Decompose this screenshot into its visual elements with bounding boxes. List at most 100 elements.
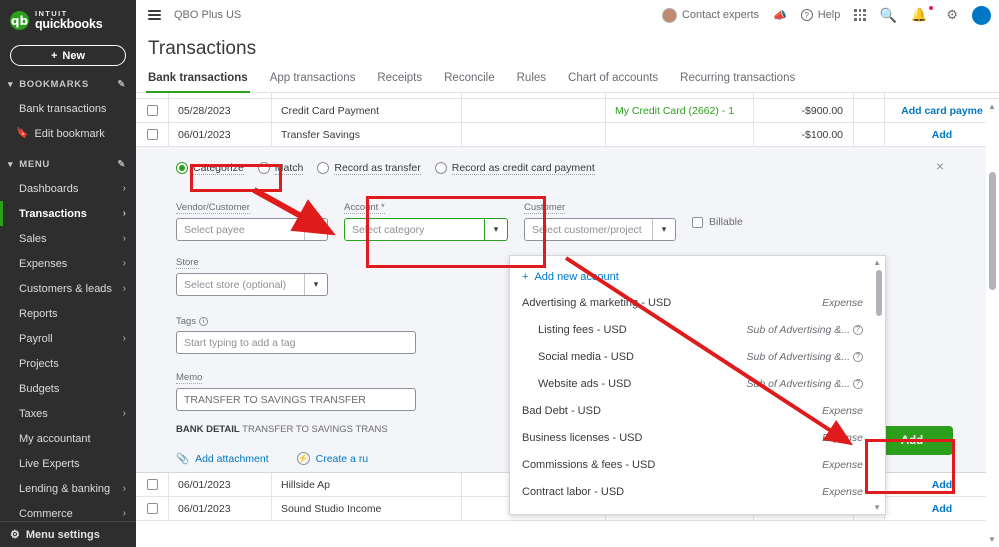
sidebar-item-transactions[interactable]: Transactions › bbox=[0, 201, 136, 226]
dropdown-item-commissions-fees[interactable]: Commissions & fees - USD Expense bbox=[510, 451, 885, 478]
sidebar-item-expenses[interactable]: Expenses › bbox=[0, 251, 136, 276]
add-attachment-link[interactable]: 📎 Add attachment bbox=[176, 452, 269, 466]
chevron-down-icon[interactable]: ▾ bbox=[304, 274, 327, 295]
help-label: Help bbox=[817, 9, 841, 21]
memo-input[interactable]: TRANSFER TO SAVINGS TRANSFER bbox=[176, 388, 416, 411]
apps-grid-icon[interactable] bbox=[854, 9, 866, 21]
sidebar-item-my-accountant[interactable]: My accountant bbox=[0, 426, 136, 451]
table-row[interactable]: 05/28/2023 Credit Card Payment My Credit… bbox=[136, 99, 999, 123]
notifications-bell-icon[interactable]: 🔔 bbox=[911, 6, 934, 23]
user-avatar[interactable] bbox=[972, 5, 991, 25]
sidebar-item-projects[interactable]: Projects bbox=[0, 351, 136, 376]
tags-input[interactable]: Start typing to add a tag bbox=[176, 331, 416, 354]
info-icon[interactable]: i bbox=[199, 317, 209, 326]
sidebar-item-bank-transactions[interactable]: Bank transactions bbox=[0, 96, 136, 121]
dropdown-item-type: Sub of Advertising &... bbox=[746, 323, 851, 336]
sidebar-item-payroll[interactable]: Payroll › bbox=[0, 326, 136, 351]
dropdown-item-contract-labor[interactable]: Contract labor - USD Expense bbox=[510, 478, 885, 505]
sidebar-item-dashboards[interactable]: Dashboards › bbox=[0, 176, 136, 201]
scroll-down-arrow-icon[interactable]: ▼ bbox=[873, 503, 881, 512]
help-icon[interactable]: ? bbox=[853, 324, 863, 335]
sidebar-item-budgets[interactable]: Budgets bbox=[0, 376, 136, 401]
sidebar-item-label: Transactions bbox=[19, 207, 87, 220]
sidebar-item-sales[interactable]: Sales › bbox=[0, 226, 136, 251]
gear-icon[interactable]: ⚙ bbox=[946, 7, 958, 23]
quickbooks-app: qb INTUIT quickbooks + New ▾ BOOKMARKS ✎… bbox=[0, 0, 999, 547]
sidebar-item-edit-bookmark[interactable]: 🔖 Edit bookmark bbox=[0, 121, 136, 146]
dropdown-item-contributions-to-charities[interactable]: Contributions to charities - USD Expense bbox=[510, 505, 885, 515]
tab-receipts[interactable]: Receipts bbox=[377, 72, 436, 92]
dropdown-scrollbar[interactable]: ▲ ▼ bbox=[873, 258, 882, 512]
menu-settings-button[interactable]: ⚙ Menu settings bbox=[0, 521, 136, 547]
tab-reconcile[interactable]: Reconcile bbox=[444, 72, 509, 92]
row-checkbox[interactable] bbox=[146, 129, 158, 140]
sidebar-item-live-experts[interactable]: Live Experts bbox=[0, 451, 136, 476]
sidebar-item-customers-leads[interactable]: Customers & leads › bbox=[0, 276, 136, 301]
hamburger-icon[interactable] bbox=[148, 10, 161, 20]
help-icon[interactable]: ? bbox=[853, 351, 863, 362]
contact-experts-button[interactable]: Contact experts bbox=[661, 7, 759, 23]
sidebar-item-taxes[interactable]: Taxes › bbox=[0, 401, 136, 426]
row-action-add[interactable]: Add bbox=[885, 503, 999, 515]
row-action-add-card-payment[interactable]: Add card payme bbox=[885, 105, 999, 117]
new-button[interactable]: + New bbox=[10, 45, 126, 66]
account-category-dropdown[interactable]: + Add new account Advertising & marketin… bbox=[509, 255, 886, 515]
row-checkbox[interactable] bbox=[146, 105, 158, 116]
chevron-down-icon[interactable]: ▾ bbox=[484, 219, 507, 240]
billable-option[interactable]: Billable bbox=[692, 216, 743, 228]
create-rule-link[interactable]: ⚡ Create a ru bbox=[296, 452, 368, 465]
tab-recurring-transactions[interactable]: Recurring transactions bbox=[680, 72, 809, 92]
radio-categorize[interactable]: Categorize bbox=[176, 162, 244, 175]
add-new-account-option[interactable]: + Add new account bbox=[510, 264, 885, 289]
tab-bank-transactions[interactable]: Bank transactions bbox=[146, 72, 262, 93]
chevron-right-icon: › bbox=[122, 508, 126, 519]
row-payee bbox=[462, 99, 606, 122]
dropdown-item-currency: - USD bbox=[570, 404, 601, 417]
dropdown-item-advertising-marketing[interactable]: Advertising & marketing - USD Expense bbox=[510, 289, 885, 316]
megaphone-icon[interactable]: 📣 bbox=[773, 9, 787, 22]
row-category[interactable]: My Credit Card (2662) - 1 bbox=[606, 99, 754, 122]
dropdown-item-currency: - USD bbox=[646, 513, 676, 515]
sidebar-item-lending-banking[interactable]: Lending & banking › bbox=[0, 476, 136, 501]
close-icon[interactable]: × bbox=[936, 159, 944, 173]
dropdown-item-listing-fees[interactable]: Listing fees - USD Sub of Advertising &.… bbox=[510, 316, 885, 343]
row-action-add[interactable]: Add bbox=[885, 129, 999, 141]
dropdown-item-website-ads[interactable]: Website ads - USD Sub of Advertising &..… bbox=[510, 370, 885, 397]
row-action-add[interactable]: Add bbox=[885, 479, 999, 491]
billable-checkbox[interactable] bbox=[692, 216, 703, 228]
tab-chart-of-accounts[interactable]: Chart of accounts bbox=[568, 72, 672, 92]
scroll-up-arrow-icon[interactable]: ▲ bbox=[873, 258, 881, 267]
search-icon[interactable]: 🔍 bbox=[880, 7, 897, 24]
scroll-down-arrow-icon[interactable]: ▼ bbox=[988, 535, 996, 544]
menu-section-header[interactable]: ▾ MENU ✎ bbox=[0, 146, 136, 176]
radio-record-as-transfer[interactable]: Record as transfer bbox=[317, 162, 421, 175]
pencil-icon[interactable]: ✎ bbox=[117, 79, 126, 90]
tab-app-transactions[interactable]: App transactions bbox=[270, 72, 370, 92]
customer-select[interactable]: Select customer/project ▾ bbox=[524, 218, 676, 241]
sidebar-item-label: Payroll bbox=[19, 332, 53, 345]
dropdown-item-bad-debt[interactable]: Bad Debt - USD Expense bbox=[510, 397, 885, 424]
scroll-up-arrow-icon[interactable]: ▲ bbox=[988, 102, 996, 111]
tab-rules[interactable]: Rules bbox=[517, 72, 560, 92]
page-scrollbar[interactable]: ▲ ▼ bbox=[986, 100, 999, 547]
chevron-down-icon[interactable]: ▾ bbox=[652, 219, 675, 240]
chevron-down-icon[interactable]: ▾ bbox=[304, 219, 327, 240]
dropdown-item-business-licenses[interactable]: Business licenses - USD Expense bbox=[510, 424, 885, 451]
sidebar-item-reports[interactable]: Reports bbox=[0, 301, 136, 326]
table-row[interactable]: 06/01/2023 Transfer Savings -$100.00 Add bbox=[136, 123, 999, 147]
help-button[interactable]: ? Help bbox=[800, 9, 841, 21]
radio-match[interactable]: Match bbox=[257, 162, 304, 175]
page-scrollbar-thumb[interactable] bbox=[989, 172, 996, 290]
row-checkbox[interactable] bbox=[146, 503, 158, 514]
dropdown-scrollbar-thumb[interactable] bbox=[876, 270, 882, 316]
radio-record-as-credit-card-payment[interactable]: Record as credit card payment bbox=[434, 162, 595, 175]
help-icon[interactable]: ? bbox=[853, 378, 863, 389]
vendor-customer-select[interactable]: Select payee ▾ bbox=[176, 218, 328, 241]
row-checkbox[interactable] bbox=[146, 479, 158, 490]
row-category[interactable] bbox=[606, 123, 754, 146]
store-select[interactable]: Select store (optional) ▾ bbox=[176, 273, 328, 296]
account-select[interactable]: Select category ▾ bbox=[344, 218, 508, 241]
pencil-icon[interactable]: ✎ bbox=[117, 159, 126, 170]
bookmarks-section-header[interactable]: ▾ BOOKMARKS ✎ bbox=[0, 66, 136, 96]
dropdown-item-social-media[interactable]: Social media - USD Sub of Advertising &.… bbox=[510, 343, 885, 370]
